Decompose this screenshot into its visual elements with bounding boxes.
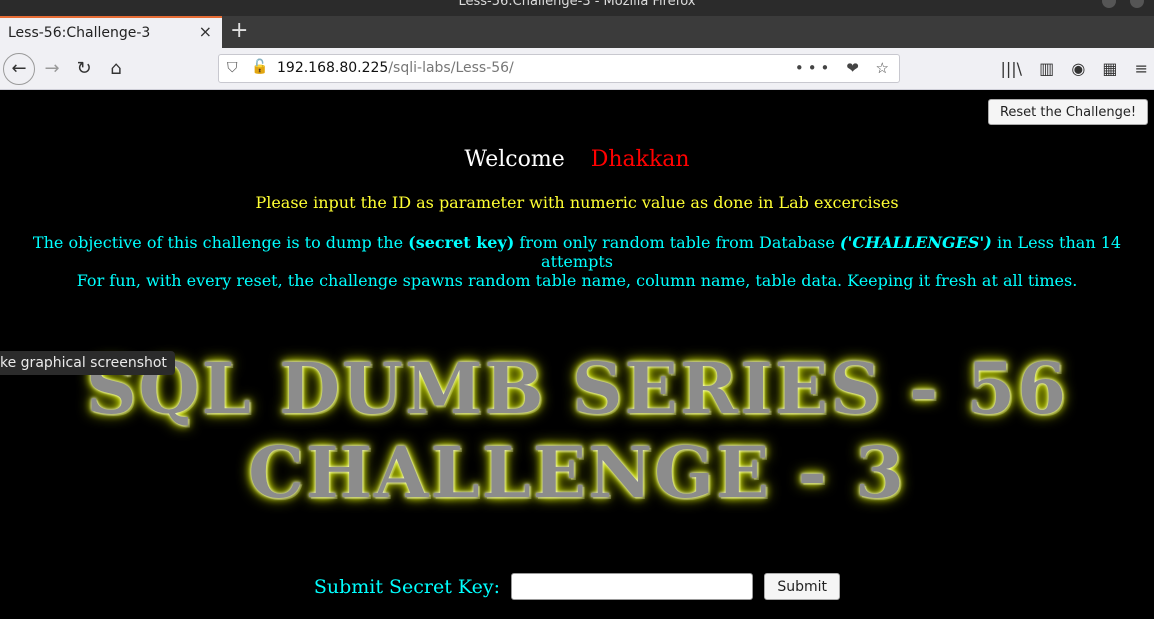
account-icon[interactable]: ◉ <box>1071 59 1085 78</box>
back-icon[interactable]: ← <box>3 53 35 85</box>
url-text[interactable]: 192.168.80.225/sqli-labs/Less-56/ <box>277 60 514 76</box>
reload-icon[interactable]: ↻ <box>70 56 98 82</box>
close-tab-icon[interactable]: × <box>199 22 212 41</box>
new-tab-icon[interactable]: + <box>230 18 248 43</box>
tab-strip: Less-56:Challenge-3 × + <box>0 16 1154 48</box>
bookmark-star-icon[interactable]: ☆ <box>876 59 893 77</box>
instruction-text: Please input the ID as parameter with nu… <box>255 193 899 212</box>
tab-title: Less-56:Challenge-3 <box>8 25 151 41</box>
fun-text: For fun, with every reset, the challenge… <box>76 271 1078 290</box>
secret-key-input[interactable] <box>511 573 754 600</box>
secret-key-emphasis: (secret key) <box>408 233 515 252</box>
sidebar-icon[interactable]: ▥ <box>1039 59 1054 78</box>
tab-active[interactable]: Less-56:Challenge-3 × <box>0 16 222 48</box>
home-icon[interactable]: ⌂ <box>102 56 130 82</box>
library-icon[interactable]: |||\ <box>1000 59 1022 78</box>
tracking-shield-icon[interactable]: ⛉ <box>227 60 238 76</box>
url-bar[interactable]: ⛉ 🔓 192.168.80.225/sqli-labs/Less-56/ ••… <box>218 54 900 83</box>
submit-form: Submit Secret Key: Submit <box>0 573 1154 600</box>
series-banner-image: SQL DUMB SERIES - 56 CHALLENGE - 3 <box>30 347 1124 517</box>
window-controls <box>1101 0 1154 13</box>
welcome-text: Welcome <box>464 147 565 172</box>
submit-button[interactable]: Submit <box>764 573 841 600</box>
url-path: /sqli-labs/Less-56/ <box>388 60 514 76</box>
extensions-icon[interactable]: ▦ <box>1102 59 1117 78</box>
username-text: Dhakkan <box>590 147 690 172</box>
reset-challenge-button[interactable]: Reset the Challenge! <box>988 99 1148 125</box>
close-window-icon[interactable] <box>1130 0 1144 8</box>
window-titlebar: Less-56:Challenge-3 - Mozilla Firefox <box>0 0 1154 16</box>
banner-line-1: SQL DUMB SERIES - 56 <box>86 347 1068 430</box>
database-name-emphasis: ('CHALLENGES') <box>839 233 992 252</box>
objective-pre: The objective of this challenge is to du… <box>32 233 409 252</box>
page-actions-icon[interactable]: ••• <box>795 59 834 77</box>
navigation-toolbar: ← → ↻ ⌂ ⛉ 🔓 192.168.80.225/sqli-labs/Les… <box>0 48 1154 90</box>
welcome-line: Welcome Dhakkan <box>0 147 1154 172</box>
insecure-connection-icon[interactable]: 🔓 <box>251 59 268 75</box>
toolbar-right: |||\ ▥ ◉ ▦ ≡ <box>988 59 1148 78</box>
banner-line-2: CHALLENGE - 3 <box>248 431 906 514</box>
url-host: 192.168.80.225 <box>277 60 389 76</box>
submit-key-label: Submit Secret Key: <box>313 575 500 598</box>
screenshot-tooltip: ke graphical screenshot <box>0 351 175 375</box>
menu-icon[interactable]: ≡ <box>1135 59 1148 78</box>
pocket-icon[interactable]: ❤ <box>846 59 863 77</box>
objective-text: The objective of this challenge is to du… <box>30 233 1124 271</box>
minimize-icon[interactable] <box>1101 0 1116 8</box>
forward-icon[interactable]: → <box>38 56 66 82</box>
objective-mid: from only random table from Database <box>514 233 840 252</box>
window-title: Less-56:Challenge-3 - Mozilla Firefox <box>458 0 696 9</box>
page-content: Reset the Challenge! Welcome Dhakkan Plea… <box>0 91 1154 619</box>
url-actions: ••• ❤ ☆ <box>791 59 893 77</box>
